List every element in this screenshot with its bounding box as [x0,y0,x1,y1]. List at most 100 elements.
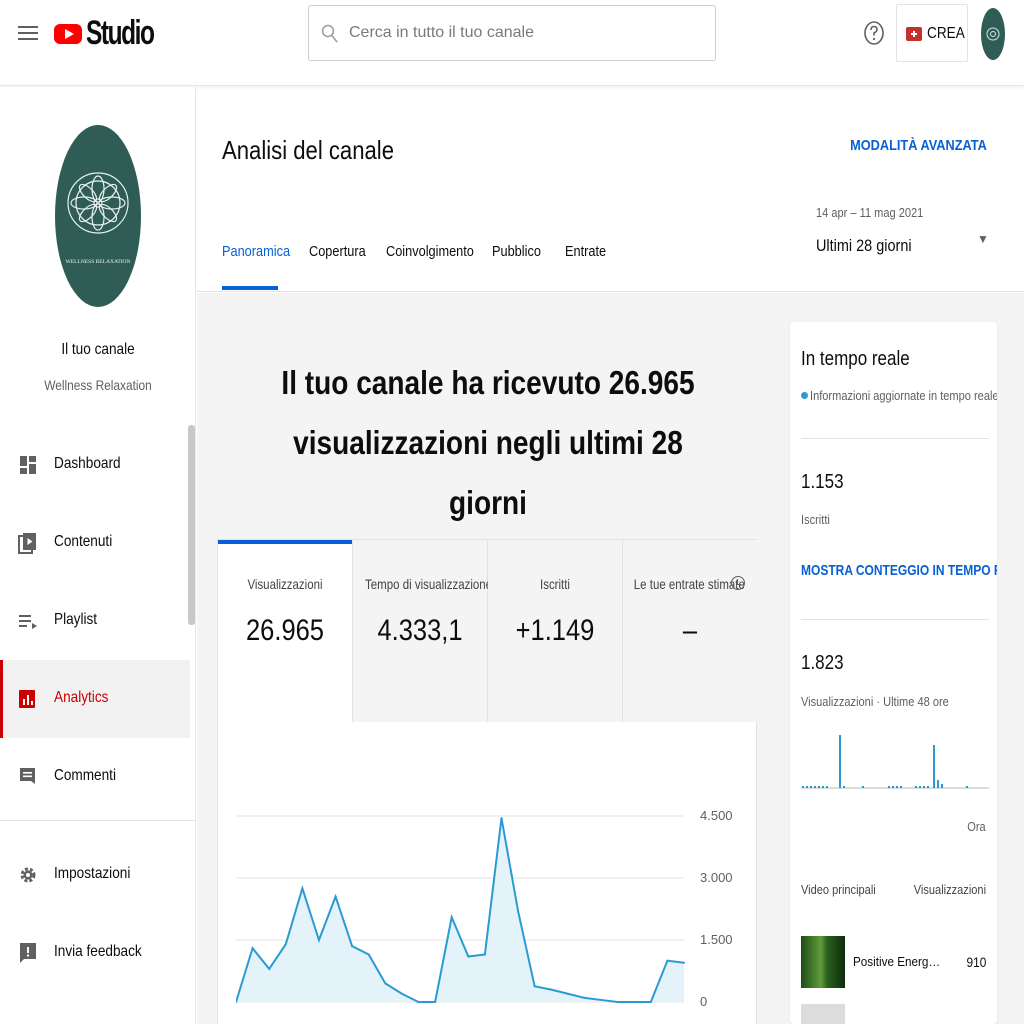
tab-overview[interactable]: Panoramica [222,243,290,260]
sidebar-item-playlist[interactable]: Playlist [0,582,190,660]
video-thumbnail[interactable] [801,1004,845,1024]
top-video-title[interactable]: Positive Energy. Nat... [853,954,943,969]
chart-data-point[interactable] [533,985,536,988]
chart-data-point[interactable] [600,998,603,1001]
gear-icon [20,867,36,883]
metric-views[interactable]: Visualizzazioni 26.965 [218,540,353,722]
metric-watch-time[interactable]: Tempo di visualizzazione (ore) 4.333,1 [353,540,519,722]
realtime-views-count: 1.823 [801,652,844,674]
sidebar-divider [0,820,196,821]
chart-data-point[interactable] [351,945,354,948]
chart-data-point[interactable] [450,916,453,919]
sidebar-item-dashboard[interactable]: Dashboard [0,426,190,504]
chart-data-point[interactable] [517,910,520,913]
metric-value: +1.149 [515,614,595,647]
search-icon [321,24,338,43]
metric-label: Le tue entrate stimate [633,576,745,592]
views-chart[interactable]: 4.500 3.000 1.500 0 [236,802,756,1022]
views-headline: Il tuo canale ha ricevuto 26.965 visuali… [281,364,695,521]
metric-subscribers[interactable]: Iscritti +1.149 [488,540,623,722]
feedback-icon [20,943,36,963]
tab-reach[interactable]: Copertura [309,243,366,260]
chart-data-point[interactable] [384,982,387,985]
date-range-text[interactable]: 14 apr – 11 mag 2021 [816,205,923,220]
chart-data-point[interactable] [550,988,553,991]
realtime-sparkline[interactable] [801,727,989,807]
chevron-down-icon[interactable]: ▼ [977,232,989,246]
realtime-subtitle: Informazioni aggiornate in tempo reale [810,388,997,403]
analytics-icon [19,690,35,708]
metric-value: 26.965 [245,614,324,647]
search-input[interactable] [349,20,699,46]
channel-avatar[interactable]: WELLNESS RELAXATION [55,125,141,307]
dashboard-icon [20,456,36,474]
video-thumbnail[interactable] [801,936,845,988]
chart-data-point[interactable] [483,953,486,956]
clock-icon[interactable] [731,576,745,590]
metric-revenue[interactable]: Le tue entrate stimate – [623,540,757,722]
metric-value: – [682,614,698,647]
hamburger-menu-icon[interactable] [16,22,40,46]
chart-data-point[interactable] [301,887,304,890]
chart-data-point[interactable] [683,961,685,964]
sidebar-item-feedback[interactable]: Invia feedback [0,914,190,992]
chart-data-point[interactable] [417,1001,420,1003]
divider [801,438,989,439]
realtime-subscribers-count: 1.153 [801,471,844,493]
divider [801,619,989,620]
live-dot-icon [801,392,808,399]
mandala-logo-icon: WELLNESS RELAXATION [66,172,131,265]
create-button[interactable]: CREA [896,4,968,62]
chart-data-point[interactable] [500,817,503,820]
sidebar-item-label: Analytics [54,689,109,706]
chart-data-point[interactable] [284,943,287,946]
chart-data-point[interactable] [317,939,320,941]
help-icon[interactable] [863,20,885,46]
search-box[interactable] [308,5,716,61]
chart-data-point[interactable] [649,1001,652,1003]
chart-data-point[interactable] [566,992,569,995]
realtime-title: In tempo reale [801,348,910,370]
period-select[interactable]: Ultimi 28 giorni [816,236,912,256]
realtime-views-label: Visualizzazioni · Ultime 48 ore [801,694,949,709]
top-bar: Studio CREA [0,0,1024,86]
chart-data-point[interactable] [633,1001,636,1003]
tab-revenue[interactable]: Entrate [565,243,606,260]
sidebar-item-label: Playlist [54,611,98,628]
chart-data-point[interactable] [367,953,370,956]
channel-title: Il tuo canale [61,341,135,358]
show-live-count-link[interactable]: MOSTRA CONTEGGIO IN TEMPO REALE [801,562,997,579]
y-tick-label: 4.500 [700,808,733,823]
account-avatar[interactable] [981,8,1005,60]
chart-data-point[interactable] [434,1001,437,1003]
chart-data-point[interactable] [400,992,403,995]
overview-panel: Il tuo canale ha ricevuto 26.965 visuali… [197,293,777,1024]
chart-data-point[interactable] [666,959,669,962]
sidebar-item-content[interactable]: Contenuti [0,504,190,582]
chart-data-point[interactable] [268,967,271,970]
sidebar-item-analytics[interactable]: Analytics [0,660,190,738]
chart-data-point[interactable] [583,996,586,999]
chart-data-point[interactable] [251,947,254,950]
y-tick-label: 3.000 [700,870,733,885]
chart-data-point[interactable] [616,1001,619,1003]
playlist-icon [19,615,37,629]
sidebar-item-comments[interactable]: Commenti [0,738,190,816]
chart-data-point[interactable] [467,955,470,958]
sidebar-item-settings[interactable]: Impostazioni [0,836,190,914]
avatar-brand-text: WELLNESS RELAXATION [66,259,131,265]
youtube-logo-icon[interactable] [54,14,84,54]
studio-logo-text[interactable]: Studio [86,14,155,53]
page-title: Analisi del canale [222,135,395,165]
tab-audience[interactable]: Pubblico [492,243,541,260]
y-tick-label: 1.500 [700,932,733,947]
sidebar-item-label: Commenti [54,767,116,784]
top-videos-header: Video principali [801,882,876,897]
tab-engagement[interactable]: Coinvolgimento [386,243,474,260]
sidebar-item-label: Invia feedback [54,943,142,960]
advanced-mode-link[interactable]: MODALITÀ AVANZATA [850,137,987,154]
chart-data-point[interactable] [334,895,337,898]
metric-label: Iscritti [540,576,570,592]
metric-label: Visualizzazioni [247,576,323,592]
realtime-card: In tempo reale Informazioni aggiornate i… [790,322,997,1024]
